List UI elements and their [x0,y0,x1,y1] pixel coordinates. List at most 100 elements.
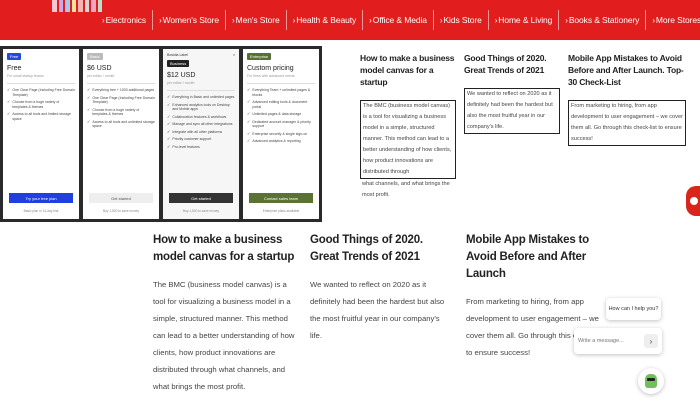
chevron-right-icon: › [102,15,105,25]
pricing-plan-tag: Free [7,53,22,60]
pricing-plan-tag: Enterprise [247,53,272,60]
pricing-plan-footnote: Buy 1,500 to save money [183,209,219,213]
pricing-feature: Choose from a huge variety of templates … [7,100,75,109]
mini-post-1[interactable]: How to make a business model canvas for … [360,52,456,201]
pricing-plan-subtitle: per editor / month [87,74,115,78]
pricing-plan-button[interactable]: Try your free plan [9,193,73,203]
pricing-feature: Everything free + 1000 additional pages [87,88,155,93]
chevron-right-icon[interactable]: › [644,334,658,348]
nav-item-women-s-store[interactable]: › Women's Store [152,10,225,30]
agent-face-icon [645,374,657,388]
nav-item-home-living[interactable]: › Home & Living [487,10,559,30]
mini-post-title[interactable]: Good Things of 2020. Great Trends of 202… [464,52,560,76]
chat-agent-avatar[interactable] [638,368,664,394]
blog-card-title[interactable]: How to make a business model canvas for … [153,232,295,266]
nav-item-more-stores[interactable]: › More Stores [645,10,700,30]
pricing-card: Basic $6 USD per editor / month Everything … [83,49,159,219]
pricing-feature: Dedicated account manager & priority sup… [247,120,315,129]
divider [247,83,315,84]
mini-post-excerpt-box: The BMC (business model canvas) is a too… [360,100,456,179]
pricing-plan-subtitle: per editor / month [167,81,195,85]
logo-stripe [71,0,76,12]
pricing-feature: Everything Team + unlimited pages & bloc… [247,88,315,97]
pricing-feature: Enterprise security & single sign-on [247,132,315,137]
pricing-feature: Unlimited pages & data storage [247,112,315,117]
chevron-right-icon: › [652,15,655,25]
nav-item-electronics[interactable]: › Electronics [96,10,152,30]
mini-post-excerpt-box: We wanted to reflect on 2020 as it defin… [464,88,560,134]
nav-item-men-s-store[interactable]: › Men's Store [225,10,286,30]
nav-item-label: Men's Store [235,15,280,25]
nav-item-label: Kids Store [443,15,482,25]
pricing-feature: Enhanced analytics tools on Desktop and … [167,103,235,112]
logo-stripe [91,0,96,12]
chat-bubble-icon [690,197,698,205]
pricing-feature: Pro-level features [167,145,235,150]
nav-item-label: Books & Stationery [568,15,640,25]
divider [87,83,155,84]
page: › Electronics › Women's Store › Men's Store › H… [0,0,700,400]
nav-item-kids-store[interactable]: › Kids Store [432,10,488,30]
pricing-plan-subtitle: For firms with advanced needs [247,74,295,78]
nav-item-office-media[interactable]: › Office & Media [362,10,433,30]
mini-post-3[interactable]: Mobile App Mistakes to Avoid Before and … [568,52,686,146]
store-logo[interactable] [52,0,102,12]
pricing-plan-price: Custom pricing [247,65,294,72]
chevron-right-icon: › [232,15,235,25]
blog-card-title[interactable]: Mobile App Mistakes to Avoid Before and … [466,232,608,283]
mini-post-excerpt-box: From marketing to hiring, from app devel… [568,100,686,146]
nav-item-label: Health & Beauty [296,15,357,25]
blog-card-title[interactable]: Good Things of 2020. Great Trends of 202… [310,232,452,266]
pricing-feature: Access to all tools and unlimited storag… [87,120,155,129]
pricing-feature: Advanced analytics & reporting [247,139,315,144]
pricing-plans-screenshot: Free Free For small startup teams One Clear… [0,46,322,222]
logo-stripe [58,0,63,12]
nav-item-label: Home & Living [498,15,553,25]
blog-card-1[interactable]: How to make a business model canvas for … [153,232,295,395]
pricing-feature: One Clear Page (Including Free Domain Te… [7,88,75,97]
mini-post-title[interactable]: Mobile App Mistakes to Avoid Before and … [568,52,686,88]
pricing-plan-button[interactable]: Get started [169,193,233,203]
chat-message-input[interactable] [578,338,640,344]
chevron-right-icon: › [292,15,296,25]
pricing-plan-subtitle: For small startup teams [7,74,44,78]
pricing-plan-footnote: Enterprise plans available [262,209,300,213]
nav-item-books-stationery[interactable]: › Books & Stationery [558,10,645,30]
pricing-plan-button[interactable]: Get started [89,193,153,203]
pricing-plan-tag: Basic [87,53,103,60]
chevron-right-icon: › [439,15,443,25]
pricing-plan-price: $6 USD [87,65,112,72]
logo-stripe [65,0,70,12]
pricing-card: Bosidia Label × Business $12 USD per editor … [163,49,239,219]
nav-item-label: Office & Media [372,15,427,25]
divider [167,90,235,91]
logo-stripe [52,0,57,12]
pricing-feature: Priority customer support [167,137,235,142]
chat-input-box: › [574,328,662,354]
pricing-feature: Advanced editing tools & document portal [247,100,315,109]
mini-post-excerpt-tail: what channels, and what brings the most … [362,181,450,198]
blog-card-2[interactable]: Good Things of 2020. Great Trends of 202… [310,232,452,344]
blog-card-excerpt: The BMC (business model canvas) is a too… [153,280,295,391]
nav-item-health-beauty[interactable]: › Health & Beauty [285,10,363,30]
nav-item-label: Women's Store [162,15,220,25]
chevron-right-icon: › [494,15,498,25]
pricing-plan-price: Free [7,65,22,72]
pricing-plan-footnote: Buy 1,500 to save money [103,209,139,213]
mini-post-2[interactable]: Good Things of 2020. Great Trends of 202… [464,52,560,134]
blog-card-excerpt: We wanted to reflect on 2020 as it defin… [310,280,445,340]
pricing-card: Free Free For small startup teams One Clear… [3,49,79,219]
pricing-feature: Manage and sync all other integrations [167,122,235,127]
pricing-feature: Collaboration features & workflows [167,115,235,120]
pricing-plan-tag: Business [167,60,190,67]
mini-post-title[interactable]: How to make a business model canvas for … [360,52,456,88]
pricing-feature: Choose from a huge variety of templates … [87,108,155,117]
nav-item-label: More Stores [655,15,700,25]
chat-launcher-button[interactable] [686,186,700,216]
close-icon[interactable]: × [233,53,235,57]
pricing-plan-footnote: Basic plan in 14-day trial [23,209,59,213]
chevron-right-icon: › [159,15,162,25]
logo-stripe [78,0,83,12]
pricing-plan-button[interactable]: Contact sales team [249,193,313,203]
category-nav: › Electronics › Women's Store › Men's Store › H… [96,10,700,30]
